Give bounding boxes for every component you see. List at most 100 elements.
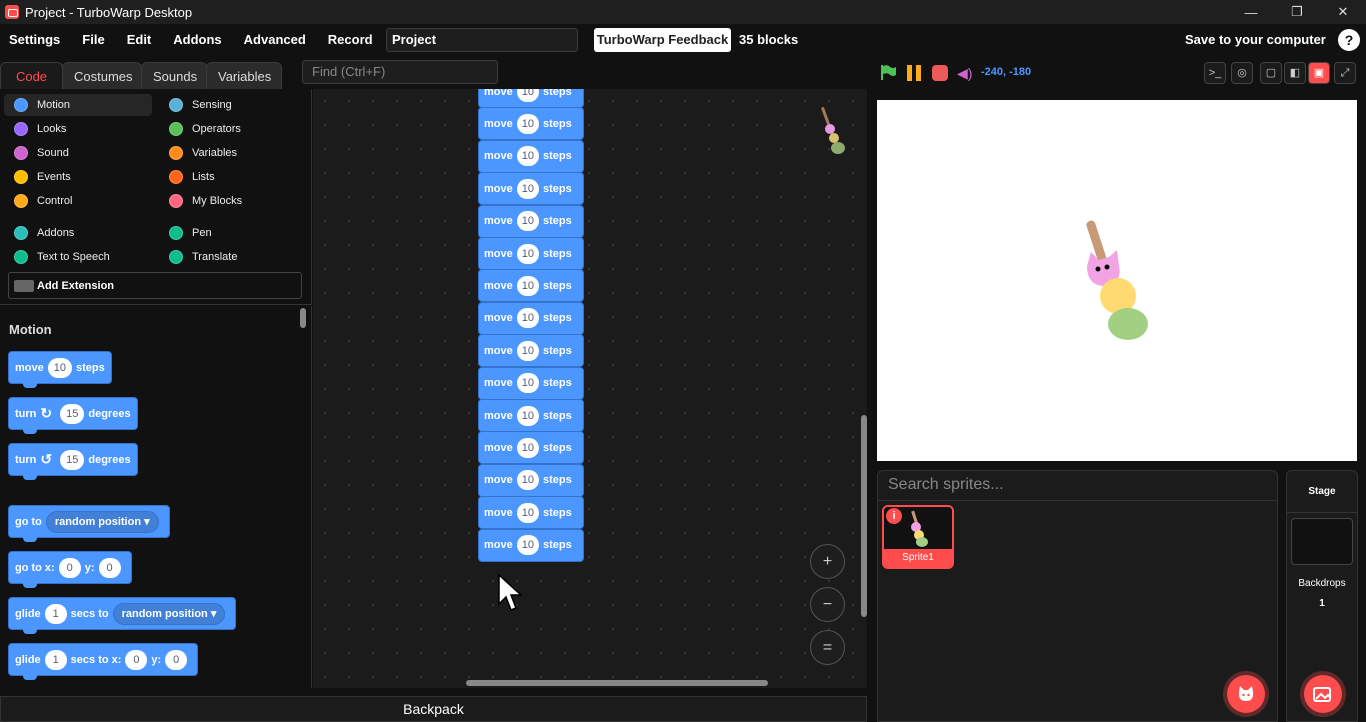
steps-input[interactable]: 10: [516, 113, 539, 134]
stage-target-pane[interactable]: Stage Backdrops 1: [1286, 470, 1358, 722]
zoom-reset-button[interactable]: =: [810, 630, 845, 665]
category-lists[interactable]: Lists: [159, 166, 215, 188]
script-move-block[interactable]: move 10 steps: [478, 172, 584, 206]
y-input[interactable]: 0: [98, 557, 121, 578]
workspace-horizontal-scrollbar[interactable]: [466, 680, 768, 686]
palette-glide-xy-block[interactable]: glide 1 secs to x: 0 y: 0: [8, 643, 199, 680]
zoom-in-button[interactable]: +: [810, 544, 845, 579]
gamepad-icon[interactable]: ◎: [1231, 62, 1253, 84]
console-icon[interactable]: >_: [1204, 62, 1226, 84]
steps-input[interactable]: 10: [516, 373, 539, 394]
steps-input[interactable]: 10: [516, 437, 539, 458]
zoom-out-button[interactable]: −: [810, 587, 845, 622]
script-move-block[interactable]: move 10 steps: [478, 366, 584, 400]
menu-file[interactable]: File: [71, 24, 115, 56]
y-input[interactable]: 0: [165, 649, 188, 670]
minimize-button[interactable]: —: [1228, 0, 1274, 24]
sprite-on-stage[interactable]: [877, 100, 1357, 461]
info-icon[interactable]: i: [886, 508, 902, 524]
script-move-block[interactable]: move 10 steps: [478, 107, 584, 141]
steps-input[interactable]: 10: [516, 405, 539, 426]
tab-costumes[interactable]: Costumes: [62, 62, 142, 89]
palette-glide-to-block[interactable]: glide 1 secs to random position ▾: [8, 597, 237, 634]
category-sensing[interactable]: Sensing: [159, 94, 232, 116]
degrees-input[interactable]: 15: [60, 449, 85, 470]
script-move-block[interactable]: move 10 steps: [478, 334, 584, 368]
menu-advanced[interactable]: Advanced: [233, 24, 317, 56]
menu-addons[interactable]: Addons: [162, 24, 232, 56]
palette-goto-xy-block[interactable]: go to x: 0 y: 0: [8, 551, 132, 588]
category-addons[interactable]: Addons: [4, 222, 74, 244]
steps-input[interactable]: 10: [47, 357, 72, 378]
category-text-to-speech[interactable]: Text to Speech: [4, 246, 110, 268]
x-input[interactable]: 0: [58, 557, 81, 578]
steps-input[interactable]: 10: [516, 146, 539, 167]
menu-record[interactable]: Record: [317, 24, 384, 56]
add-backdrop-button[interactable]: [1304, 675, 1342, 713]
category-operators[interactable]: Operators: [159, 118, 241, 140]
project-title-input[interactable]: Project: [386, 28, 578, 52]
feedback-button[interactable]: TurboWarp Feedback: [594, 28, 731, 52]
steps-input[interactable]: 10: [516, 535, 539, 556]
help-button[interactable]: ?: [1338, 29, 1360, 51]
green-flag-icon[interactable]: [880, 64, 896, 80]
menu-settings[interactable]: Settings: [0, 24, 71, 56]
steps-input[interactable]: 10: [516, 211, 539, 232]
category-events[interactable]: Events: [4, 166, 71, 188]
normal-stage-icon[interactable]: ◧: [1284, 62, 1306, 84]
restore-button[interactable]: ❐: [1274, 0, 1320, 24]
sprite-search-input[interactable]: Search sprites...: [878, 471, 1277, 501]
script-move-block[interactable]: move 10 steps: [478, 204, 584, 238]
category-control[interactable]: Control: [4, 190, 72, 212]
add-sprite-button[interactable]: [1227, 675, 1265, 713]
fullscreen-icon[interactable]: ⤢: [1334, 62, 1356, 84]
pause-icon[interactable]: [907, 65, 923, 81]
steps-input[interactable]: 10: [516, 243, 539, 264]
position-dropdown[interactable]: random position ▾: [112, 602, 226, 625]
secs-input[interactable]: 1: [44, 649, 67, 670]
menu-edit[interactable]: Edit: [116, 24, 163, 56]
tab-sounds[interactable]: Sounds: [141, 62, 207, 89]
volume-icon[interactable]: ◀): [957, 65, 972, 82]
stage-thumbnail[interactable]: [1291, 518, 1353, 565]
position-dropdown[interactable]: random position ▾: [45, 510, 159, 533]
find-input[interactable]: Find (Ctrl+F): [302, 60, 498, 84]
x-input[interactable]: 0: [125, 649, 148, 670]
small-stage-icon[interactable]: ▢: [1260, 62, 1282, 84]
add-extension-button[interactable]: Add Extension: [8, 272, 302, 299]
script-move-block[interactable]: move 10 steps: [478, 301, 584, 335]
steps-input[interactable]: 10: [516, 178, 539, 199]
palette-scrollbar[interactable]: [300, 308, 306, 328]
stop-icon[interactable]: [932, 65, 948, 81]
palette-move-block[interactable]: move 10 steps: [8, 351, 112, 388]
tab-code[interactable]: Code: [0, 62, 63, 89]
script-move-block[interactable]: move 10 steps: [478, 496, 584, 530]
script-move-block[interactable]: move 10 steps: [478, 431, 584, 465]
secs-input[interactable]: 1: [44, 603, 67, 624]
script-move-block[interactable]: move 10 steps: [478, 528, 584, 562]
category-looks[interactable]: Looks: [4, 118, 66, 140]
backpack[interactable]: Backpack: [0, 696, 867, 722]
script-workspace[interactable]: move 10 steps move 10 steps move 10 steps move 10 s…: [313, 89, 867, 688]
steps-input[interactable]: 10: [516, 470, 539, 491]
sprite-card[interactable]: i Sprite1: [882, 505, 954, 569]
category-pen[interactable]: Pen: [159, 222, 212, 244]
script-move-block[interactable]: move 10 steps: [478, 89, 584, 108]
save-to-computer-button[interactable]: Save to your computer: [1185, 24, 1326, 56]
script-move-block[interactable]: move 10 steps: [478, 139, 584, 173]
degrees-input[interactable]: 15: [60, 403, 85, 424]
steps-input[interactable]: 10: [516, 275, 539, 296]
palette-turn-left-block[interactable]: turn ↺ 15 degrees: [8, 443, 138, 480]
script-move-block[interactable]: move 10 steps: [478, 237, 584, 270]
tab-variables[interactable]: Variables: [206, 62, 282, 89]
category-translate[interactable]: Translate: [159, 246, 237, 268]
palette-turn-right-block[interactable]: turn ↻ 15 degrees: [8, 397, 138, 434]
steps-input[interactable]: 10: [516, 502, 539, 523]
steps-input[interactable]: 10: [516, 89, 539, 102]
script-move-block[interactable]: move 10 steps: [478, 269, 584, 303]
large-stage-icon[interactable]: ▣: [1308, 62, 1330, 84]
steps-input[interactable]: 10: [516, 340, 539, 361]
close-window-button[interactable]: ✕: [1320, 0, 1366, 24]
script-move-block[interactable]: move 10 steps: [478, 399, 584, 432]
category-sound[interactable]: Sound: [4, 142, 69, 164]
